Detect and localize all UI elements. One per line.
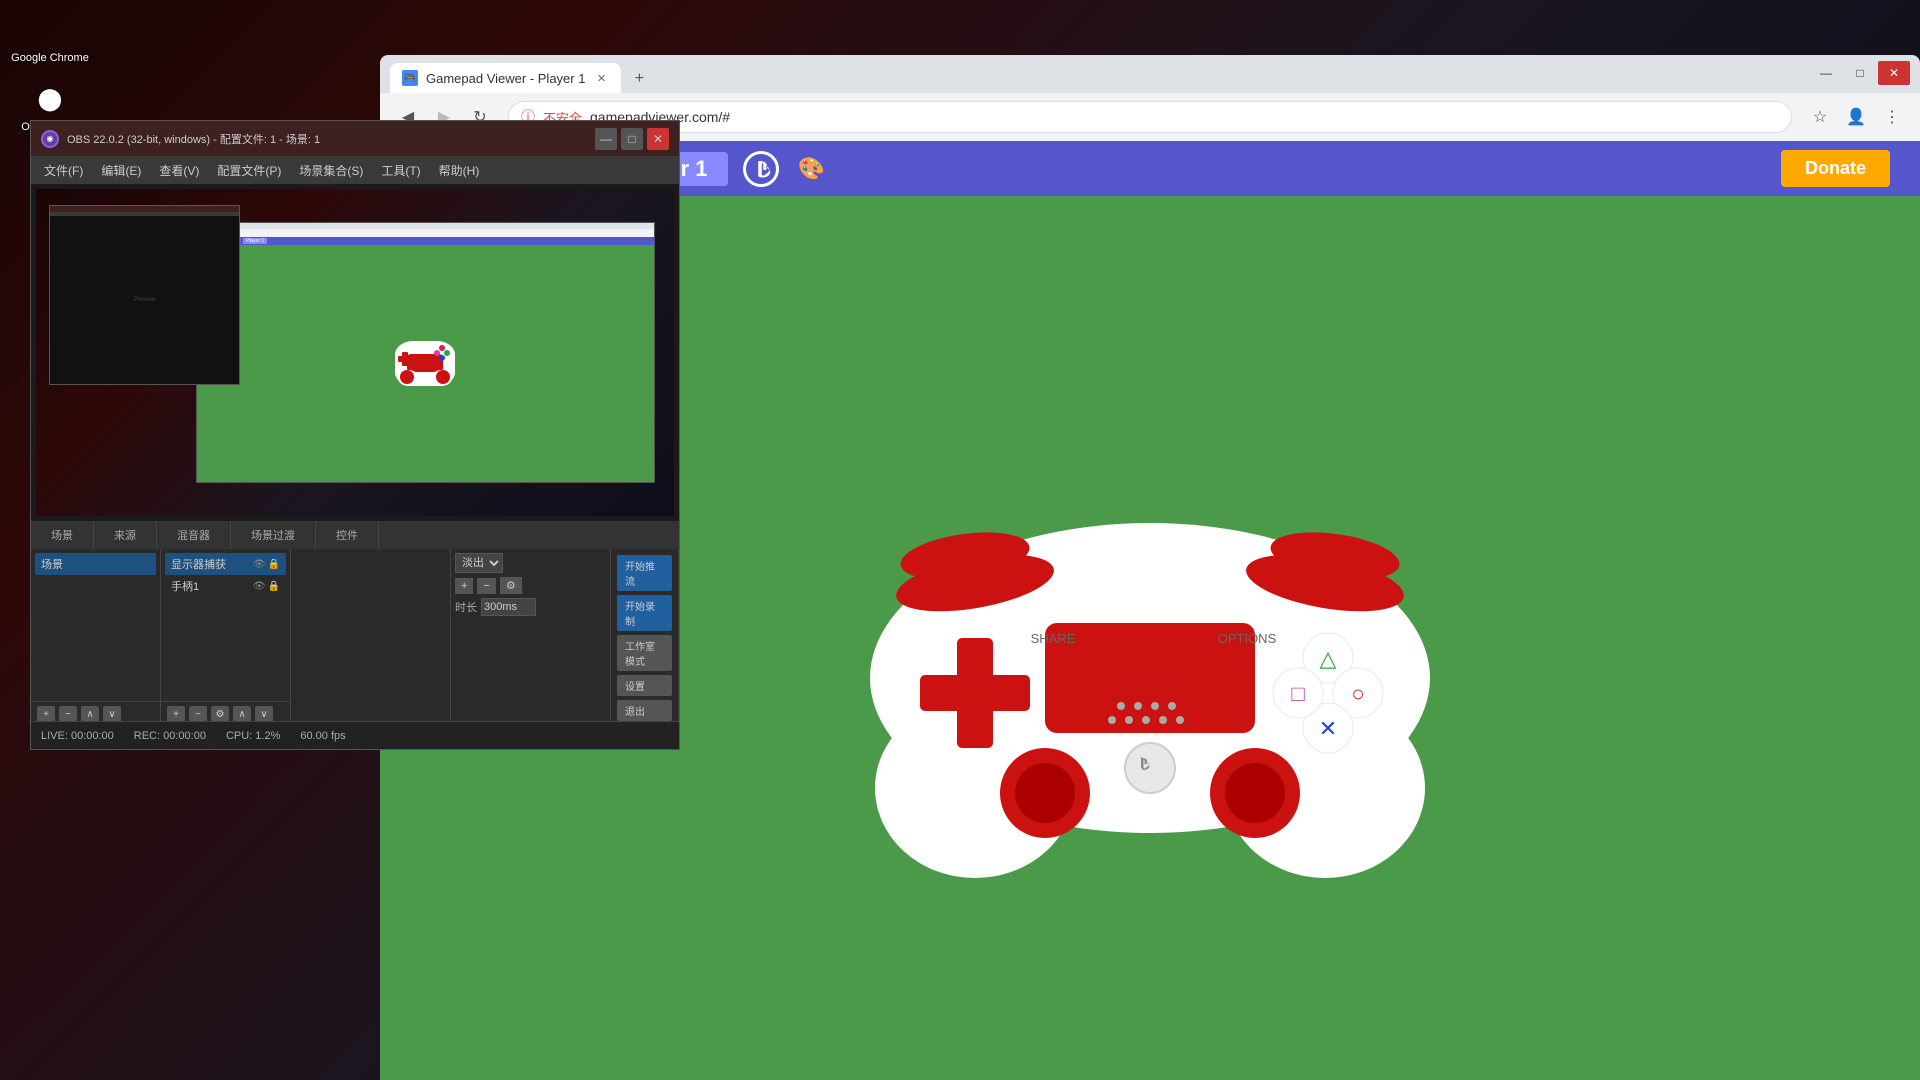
obs-source-list: 显示器捕获 👁 🔒 手柄1 👁 🔒 [161,549,290,701]
obs-transitions-content: 淡出 + − ⚙ 时长 [451,549,610,727]
obs-stream-button[interactable]: 开始推流 [617,555,672,591]
obs-transitions-panel: 淡出 + − ⚙ 时长 [451,549,611,727]
obs-source-tab[interactable]: 来源 [94,521,157,549]
svg-text:SHARE: SHARE [1031,631,1076,646]
obs-menu-tools[interactable]: 工具(T) [373,158,428,183]
lock-icon2: 🔒 [268,581,280,592]
obs-record-button[interactable]: 开始录制 [617,595,672,631]
lock-icon: 🔒 [268,559,280,570]
chrome-tab-gamepad[interactable]: 🎮 Gamepad Viewer - Player 1 ✕ [390,63,621,93]
obs-minimize-button[interactable]: — [595,128,617,150]
tab-favicon: 🎮 [402,70,418,86]
chrome-maximize-button[interactable]: □ [1844,61,1876,85]
obs-scene-list: 场景 [31,549,160,701]
obs-preview-inner: Currently Viewing: Player 1 [36,189,674,516]
chrome-close-button[interactable]: ✕ [1878,61,1910,85]
chrome-titlebar: 🎮 Gamepad Viewer - Player 1 ✕ + — □ ✕ [380,55,1920,93]
obs-icon: ⬤ [30,79,70,119]
obs-fade-select[interactable]: 淡出 [455,553,503,573]
obs-transition-add[interactable]: + [455,578,473,594]
obs-statusbar: LIVE: 00:00:00 REC: 00:00:00 CPU: 1.2% 6… [31,721,679,749]
menu-button[interactable]: ⋮ [1876,101,1908,133]
obs-scene-panel: 场景 + − ∧ ∨ [31,549,161,727]
chrome-desktop-icon[interactable]: Google Chrome [6,5,94,69]
obs-panels-content: 场景 + − ∧ ∨ 显示器捕获 👁 🔒 [31,549,679,727]
eye-icon: 👁 [253,559,266,570]
obs-close-button[interactable]: ✕ [647,128,669,150]
tab-close-button[interactable]: ✕ [593,70,609,86]
obs-source-icons: 👁 🔒 [253,559,280,570]
svg-text:□: □ [1291,681,1304,706]
obs-rec-status: REC: 00:00:00 [134,730,206,742]
tab-title: Gamepad Viewer - Player 1 [426,71,585,86]
obs-controls-panel: 开始推流 开始录制 工作室模式 设置 退出 [611,549,679,727]
obs-transition-settings[interactable]: ⚙ [500,577,522,594]
obs-scene-tab[interactable]: 场景 [31,521,94,549]
chrome-minimize-button[interactable]: — [1810,61,1842,85]
eye-icon2: 👁 [253,581,266,592]
obs-cpu-status: CPU: 1.2% [226,730,280,742]
controller-svg: △ ○ ✕ □ SHARE [790,398,1510,878]
donate-button[interactable]: Donate [1781,150,1890,187]
obs-title: OBS 22.0.2 (32-bit, windows) - 配置文件: 1 -… [67,131,587,147]
new-tab-button[interactable]: + [625,65,653,93]
duration-label: 时长 [455,599,477,615]
obs-menu-file[interactable]: 文件(F) [36,158,91,183]
obs-maximize-button[interactable]: □ [621,128,643,150]
obs-mixer-content [291,549,450,727]
obs-menu-help[interactable]: 帮助(H) [431,158,488,183]
svg-text:OPTIONS: OPTIONS [1218,631,1277,646]
obs-mixer-tab[interactable]: 混音器 [157,521,231,549]
obs-mixer-panel [291,549,451,727]
obs-source-display[interactable]: 显示器捕获 👁 🔒 [165,553,286,575]
duration-input[interactable] [481,598,536,616]
account-button[interactable]: 👤 [1840,101,1872,133]
obs-menu-view[interactable]: 查看(V) [151,158,207,183]
svg-text:✕: ✕ [1319,716,1337,741]
nav-right-buttons: ☆ 👤 ⋮ [1804,101,1908,133]
obs-studio-mode-button[interactable]: 工作室模式 [617,635,672,671]
obs-titlebar: ◉ OBS 22.0.2 (32-bit, windows) - 配置文件: 1… [31,121,679,156]
obs-menubar: 文件(F) 编辑(E) 查看(V) 配置文件(P) 场景集合(S) 工具(T) … [31,156,679,184]
address-bar[interactable]: ⓘ 不安全 gamepadviewer.com/# [508,101,1792,133]
obs-controls-list: 开始推流 开始录制 工作室模式 设置 退出 [611,549,678,727]
obs-logo-icon: ◉ [41,130,59,148]
obs-menu-profile[interactable]: 配置文件(P) [209,158,289,183]
obs-transitions-tab[interactable]: 场景过渡 [231,521,316,549]
obs-window: ◉ OBS 22.0.2 (32-bit, windows) - 配置文件: 1… [30,120,680,750]
obs-controls-tab[interactable]: 控件 [316,521,379,549]
chrome-icon [30,10,70,50]
obs-source-gamepad[interactable]: 手柄1 👁 🔒 [165,575,286,597]
obs-fps-status: 60.00 fps [300,730,345,742]
bookmark-button[interactable]: ☆ [1804,101,1836,133]
obs-bottom-panels: 场景 来源 混音器 场景过渡 控件 场景 + − ∧ ∨ [31,521,679,721]
palette-icon: 🎨 [794,151,830,187]
obs-menu-edit[interactable]: 编辑(E) [93,158,149,183]
obs-live-status: LIVE: 00:00:00 [41,730,114,742]
obs-source-panel: 显示器捕获 👁 🔒 手柄1 👁 🔒 [161,549,291,727]
chrome-label: Google Chrome [11,52,89,64]
obs-exit-button[interactable]: 退出 [617,700,672,721]
svg-text:△: △ [1320,646,1337,671]
obs-menu-scenecollection[interactable]: 场景集合(S) [291,158,371,183]
svg-text:○: ○ [1351,681,1364,706]
obs-window-controls: — □ ✕ [595,128,669,150]
ps-icon [743,151,779,187]
obs-panels-header: 场景 来源 混音器 场景过渡 控件 [31,521,679,549]
obs-scene-item[interactable]: 场景 [35,553,156,575]
obs-source-gamepad-icons: 👁 🔒 [253,581,280,592]
obs-transition-remove[interactable]: − [477,578,495,594]
obs-preview: Currently Viewing: Player 1 [31,184,679,521]
obs-settings-button[interactable]: 设置 [617,675,672,696]
